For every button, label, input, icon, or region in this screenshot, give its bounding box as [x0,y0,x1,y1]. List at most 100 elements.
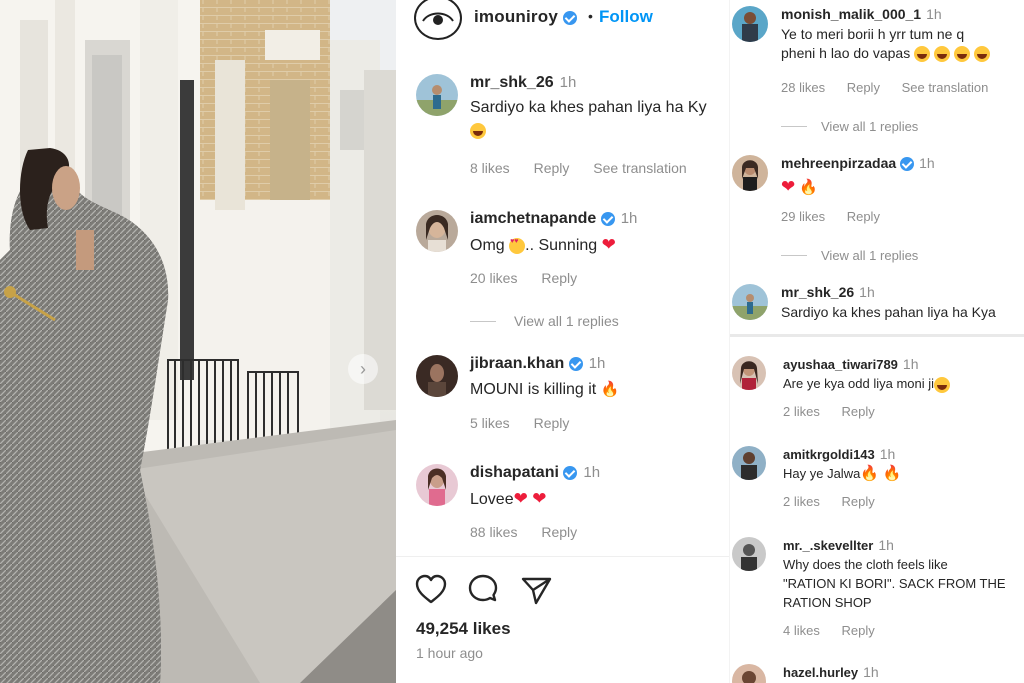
avatar[interactable] [732,446,766,480]
comment-likes[interactable]: 4 likes [783,623,820,638]
see-translation-link[interactable]: See translation [902,80,989,95]
avatar[interactable] [416,355,458,397]
avatar[interactable] [732,284,768,320]
comment-time: 1h [859,284,875,300]
see-translation-link[interactable]: See translation [593,160,686,176]
comment-username[interactable]: ayushaa_tiwari789 1h [783,356,918,372]
comment-meta: 88 likes Reply [470,524,597,540]
heart-eyes-emoji-icon [509,237,526,254]
comment-item: jibraan.khan 1h MOUNI is killing it 🔥 5 … [416,355,729,435]
verified-badge-icon [563,465,578,480]
comment-username[interactable]: amitkrgoldi143 1h [783,446,895,462]
avatar[interactable] [416,74,458,116]
comment-username[interactable]: hazel.hurley 1h [783,664,879,680]
comment-likes[interactable]: 2 likes [783,404,820,419]
red-heart-emoji-icon: ❤ [781,177,796,196]
heart-icon[interactable] [414,573,448,607]
comment-item: iamchetnapande 1h Omg .. Sunning ❤ 20 li… [416,210,729,330]
likes-count[interactable]: 49,254 likes [416,619,511,639]
comment-likes[interactable]: 5 likes [470,415,510,431]
profile-avatar[interactable] [414,0,462,40]
comment-item: mr._.skevellter 1h Why does the cloth fee… [732,537,1024,647]
comment-likes[interactable]: 28 likes [781,80,825,95]
reply-button[interactable]: Reply [841,404,874,419]
comment-item: mr_shk_26 1h Sardiyo ka khes pahan liya h… [732,284,1024,324]
comment-time: 1h [902,356,919,372]
comment-item: amitkrgoldi143 1h Hay ye Jalwa🔥 🔥 2 likes… [732,446,1024,512]
comment-text: Omg .. Sunning ❤ [470,235,616,255]
share-icon[interactable] [520,573,554,607]
comment-time: 1h [919,155,935,171]
view-replies-button[interactable]: View all 1 replies [470,313,619,329]
comment-likes[interactable]: 20 likes [470,270,517,286]
comment-likes[interactable]: 29 likes [781,209,825,224]
laughing-emoji-icon [934,46,950,63]
comment-time: 1h [559,74,577,91]
comment-meta: 8 likes Reply See translation [470,160,707,176]
eye-logo-icon [422,12,454,25]
comment-username[interactable]: mehreenpirzadaa 1h [781,155,935,172]
comment-username[interactable]: iamchetnapande 1h [470,210,637,228]
reply-button[interactable]: Reply [541,270,577,286]
reply-button[interactable]: Reply [841,494,874,509]
comment-item: mr_shk_26 1h Sardiyo ka khes pahan liya h… [416,74,729,184]
verified-badge-icon [568,356,583,371]
comment-username[interactable]: mr._.skevellter 1h [783,537,894,553]
fire-emoji-icon: 🔥 [860,465,879,482]
comment-username[interactable]: mr_shk_26 1h [470,74,576,92]
comment-item: ayushaa_tiwari789 1h Are ye kya odd liya … [732,356,1024,422]
avatar[interactable] [732,6,768,42]
post-header: imouniroy • Follow [396,0,729,40]
red-heart-emoji-icon: ❤ [601,235,616,254]
comment-icon[interactable] [466,573,500,607]
chevron-right-icon[interactable]: › [348,354,378,384]
screenshot-divider [730,334,1024,337]
comment-likes[interactable]: 2 likes [783,494,820,509]
verified-badge-icon [600,211,615,226]
comment-username[interactable]: monish_malik_000_1 1h [781,6,942,22]
replies-divider [781,126,807,127]
comment-item: monish_malik_000_1 1h Ye to meri borii h … [732,6,1024,141]
avatar[interactable] [416,464,458,506]
comment-meta: 20 likes Reply [470,270,597,286]
reply-button[interactable]: Reply [841,623,874,638]
reply-button[interactable]: Reply [534,415,570,431]
comment-time: 1h [620,210,638,227]
comment-meta: 2 likes Reply [783,404,893,419]
avatar[interactable] [416,210,458,252]
reply-button[interactable]: Reply [534,160,570,176]
comment-meta: 28 likes Reply See translation [781,80,1006,95]
follow-button[interactable]: Follow [599,7,653,27]
avatar[interactable] [732,356,766,390]
avatar[interactable] [732,155,768,191]
comment-meta: 5 likes Reply [470,415,589,431]
view-replies-button[interactable]: View all 1 replies [781,119,918,134]
laughing-emoji-icon [953,46,970,63]
comment-likes[interactable]: 8 likes [470,160,510,176]
view-replies-button[interactable]: View all 1 replies [781,248,918,263]
comment-username[interactable]: dishapatani 1h [470,464,600,482]
comment-username[interactable]: jibraan.khan 1h [470,355,605,373]
comment-likes[interactable]: 88 likes [470,524,517,540]
comment-item: mehreenpirzadaa 1h ❤ 🔥 29 likes Reply Vi… [732,155,1024,270]
laughing-emoji-icon [914,46,931,63]
avatar[interactable] [732,664,766,683]
reply-button[interactable]: Reply [541,524,577,540]
post-photo[interactable]: › [0,0,396,683]
laughing-emoji-icon [934,376,951,393]
replies-divider [781,255,807,256]
comment-text: Sardiyo ka khes pahan liya ha Ky [470,99,707,139]
comments-screenshot-panel: monish_malik_000_1 1h Ye to meri borii h … [729,0,1024,683]
comment-username[interactable]: mr_shk_26 1h [781,284,875,300]
reply-button[interactable]: Reply [847,80,880,95]
comment-text: Hay ye Jalwa🔥 🔥 [783,465,902,482]
comment-text: Are ye kya odd liya moni ji [783,374,951,393]
comment-time: 1h [878,537,894,553]
post-username[interactable]: imouniroy [474,7,577,27]
fire-emoji-icon: 🔥 [882,465,902,482]
avatar[interactable] [732,537,766,571]
comment-text: Why does the cloth feels like "RATION KI… [783,557,1006,610]
fire-emoji-icon: 🔥 [600,381,620,398]
comment-time: 1h [879,446,896,462]
reply-button[interactable]: Reply [847,209,880,224]
